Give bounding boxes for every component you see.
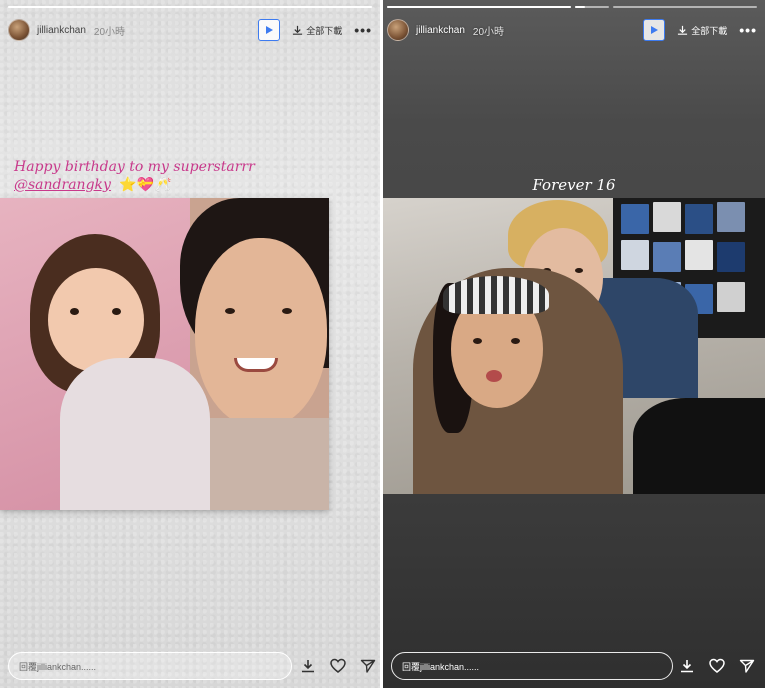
play-icon (266, 26, 274, 34)
send-icon[interactable] (739, 658, 755, 674)
save-icon[interactable] (300, 658, 316, 674)
story-progress-bar-3 (613, 6, 757, 8)
story-panel-left[interactable]: jilliankchan 20小時 全部下載 ••• Happy birthda… (0, 0, 380, 688)
download-all-button[interactable]: 全部下載 (292, 24, 342, 37)
story-progress-fill-1 (387, 6, 571, 8)
story-header: jilliankchan 20小時 全部下載 ••• (387, 17, 757, 43)
download-icon (678, 25, 688, 35)
story-caption: Happy birthday to my superstarrr @sandra… (14, 158, 255, 194)
more-icon[interactable]: ••• (739, 22, 757, 38)
more-icon[interactable]: ••• (354, 22, 372, 38)
play-icon (651, 26, 659, 34)
story-photo (383, 198, 765, 494)
reply-placeholder: 回覆jilliankchan...... (19, 661, 97, 672)
username[interactable]: jilliankchan (37, 25, 86, 36)
story-progress-fill (8, 6, 372, 8)
download-all-label: 全部下載 (691, 25, 728, 36)
download-all-label: 全部下載 (306, 25, 343, 36)
story-progress-bar-2 (575, 6, 609, 8)
play-button[interactable] (643, 19, 666, 41)
story-progress-fill-2 (575, 6, 586, 8)
caption-text: Happy birthday to my superstarrr (14, 159, 255, 175)
story-panel-right[interactable]: jilliankchan 20小時 全部下載 ••• Forever 16 回覆… (383, 0, 765, 688)
reply-input[interactable]: 回覆jilliankchan...... (8, 652, 292, 680)
story-actions (300, 658, 376, 674)
story-photo (0, 198, 329, 510)
story-header: jilliankchan 20小時 全部下載 ••• (8, 17, 372, 43)
avatar[interactable] (387, 19, 409, 41)
download-all-button[interactable]: 全部下載 (677, 24, 727, 37)
save-icon[interactable] (679, 658, 695, 674)
mention-link[interactable]: @sandrangky (14, 176, 111, 194)
heart-icon[interactable] (709, 658, 725, 674)
post-time: 20小時 (472, 26, 505, 38)
username[interactable]: jilliankchan (416, 25, 465, 36)
story-progress-bar (8, 6, 372, 8)
heart-icon[interactable] (330, 658, 346, 674)
story-progress-bar-1 (387, 6, 571, 8)
play-button[interactable] (258, 19, 281, 41)
story-actions (679, 658, 755, 674)
post-time: 20小時 (93, 26, 126, 38)
send-icon[interactable] (360, 658, 376, 674)
caption-emoji: ⭐💝🥂 (119, 177, 172, 193)
story-caption: Forever 16 (532, 176, 616, 194)
avatar[interactable] (8, 19, 30, 41)
download-icon (293, 25, 303, 35)
reply-placeholder: 回覆jilliankchan...... (402, 661, 480, 672)
reply-input[interactable]: 回覆jilliankchan...... (391, 652, 673, 680)
